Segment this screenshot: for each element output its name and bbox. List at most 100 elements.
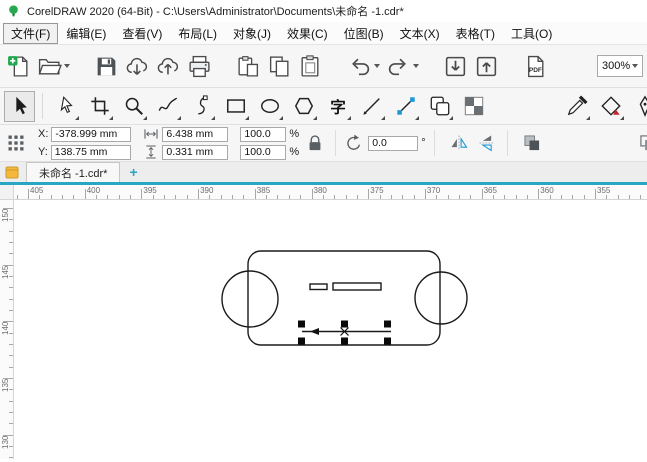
rectangle-tool[interactable] [220,91,251,122]
copy-button[interactable] [265,48,294,84]
menu-item-tools[interactable]: 工具(O) [503,23,560,44]
handle-bottom-right[interactable] [384,338,391,345]
toolbox: 字 [0,88,647,125]
cloud-upload-button[interactable] [154,48,183,84]
rotation-angle-input[interactable] [368,136,418,151]
pdf-icon: PDF [523,54,548,79]
ruler-label: 400 [87,186,100,195]
menu-item-effects[interactable]: 效果(C) [279,23,336,44]
connector-tool[interactable] [390,91,421,122]
ruler-label: 405 [30,186,43,195]
menu-item-layout[interactable]: 布局(L) [170,23,225,44]
left-circle-shape[interactable] [222,271,278,327]
combine-button[interactable] [636,130,647,156]
menu-item-text[interactable]: 文本(X) [392,23,448,44]
crop-tool[interactable] [84,91,115,122]
standard-toolbar: PDF 300% [0,45,647,88]
vertical-ruler[interactable]: 150145140135130 [0,200,14,459]
scale-horizontal-input[interactable] [240,127,286,142]
zoom-tool[interactable] [118,91,149,122]
line-tool[interactable] [356,91,387,122]
outline-tool[interactable] [629,91,647,122]
menu-item-edit[interactable]: 编辑(E) [58,23,114,44]
export-icon [474,54,499,79]
transparency-tool[interactable] [458,91,489,122]
flyout-indicator [415,116,419,120]
ruler-tick [9,423,13,424]
ruler-tick [9,355,13,356]
object-width-input[interactable] [162,127,228,142]
menu-item-object[interactable]: 对象(J) [225,23,279,44]
handle-top-left[interactable] [298,321,305,328]
svg-text:字: 字 [330,97,346,116]
new-page-tab-button[interactable]: + [129,165,137,179]
order-to-front-button[interactable] [520,130,544,156]
handle-bottom-middle[interactable] [341,338,348,345]
pick-tool[interactable] [4,91,35,122]
new-document-button[interactable] [4,48,33,84]
ruler-tick [516,195,517,199]
import-button[interactable] [441,48,470,84]
bezier-tool[interactable] [186,91,217,122]
menu-item-view[interactable]: 查看(V) [114,23,170,44]
right-circle-shape[interactable] [415,272,467,324]
redo-button[interactable] [384,48,421,84]
open-document-button[interactable] [35,48,72,84]
ellipse-tool[interactable] [254,91,285,122]
chevron-down-icon [632,64,638,68]
svg-text:PDF: PDF [529,67,542,74]
zoom-level-select[interactable]: 300% [597,55,643,77]
selection-handles[interactable] [298,321,391,345]
zoom-level-value: 300% [602,60,630,72]
ruler-tick [448,195,449,199]
menu-item-file[interactable]: 文件(F) [3,23,58,44]
drawing-canvas[interactable] [14,200,647,459]
print-icon [187,54,212,79]
ruler-tick [9,287,13,288]
ruler-tick [538,189,539,199]
undo-button[interactable] [345,48,382,84]
horizontal-ruler[interactable]: 405400395390385380375370365360355 [14,185,647,200]
scale-vertical-input[interactable] [240,145,286,160]
lock-ratio-button[interactable] [303,130,327,156]
text-tool[interactable]: 字 [322,91,353,122]
flyout-indicator [449,116,453,120]
mirror-horizontal-button[interactable] [447,130,471,156]
long-slot-shape[interactable] [333,283,381,290]
drawing-svg[interactable] [14,200,647,459]
shape-tool[interactable] [50,91,81,122]
handle-top-middle[interactable] [341,321,348,328]
object-height-input[interactable] [162,145,228,160]
ruler-tick [28,189,29,199]
freehand-tool[interactable] [152,91,183,122]
contour-tool[interactable] [424,91,455,122]
save-button[interactable] [92,48,121,84]
y-position-input[interactable] [51,145,131,160]
small-slot-shape[interactable] [310,284,327,290]
ruler-origin-corner[interactable] [0,185,14,200]
document-tab[interactable]: 未命名 -1.cdr* [26,162,120,182]
zoom-tool-icon [123,95,145,117]
menu-item-table[interactable]: 表格(T) [448,23,503,44]
copy-icon [267,54,292,79]
handle-bottom-left[interactable] [298,338,305,345]
paste-button[interactable] [296,48,325,84]
title-bar: CorelDRAW 2020 (64-Bit) - C:\Users\Admin… [0,0,647,22]
ruler-tick [561,195,562,199]
pdf-publish-button[interactable]: PDF [521,48,550,84]
cloud-download-button[interactable] [123,48,152,84]
polygon-tool[interactable] [288,91,319,122]
home-tab-icon[interactable] [4,164,20,180]
export-button[interactable] [472,48,501,84]
eyedropper-tool[interactable] [561,91,592,122]
x-position-input[interactable] [51,127,131,142]
fill-tool[interactable] [595,91,626,122]
menu-item-bitmaps[interactable]: 位图(B) [336,23,392,44]
paste-special-button[interactable] [234,48,263,84]
mirror-vertical-button[interactable] [475,130,499,156]
ruler-tick [51,195,52,199]
ruler-tick [187,195,188,199]
print-button[interactable] [185,48,214,84]
ruler-tick [119,195,120,199]
handle-top-right[interactable] [384,321,391,328]
